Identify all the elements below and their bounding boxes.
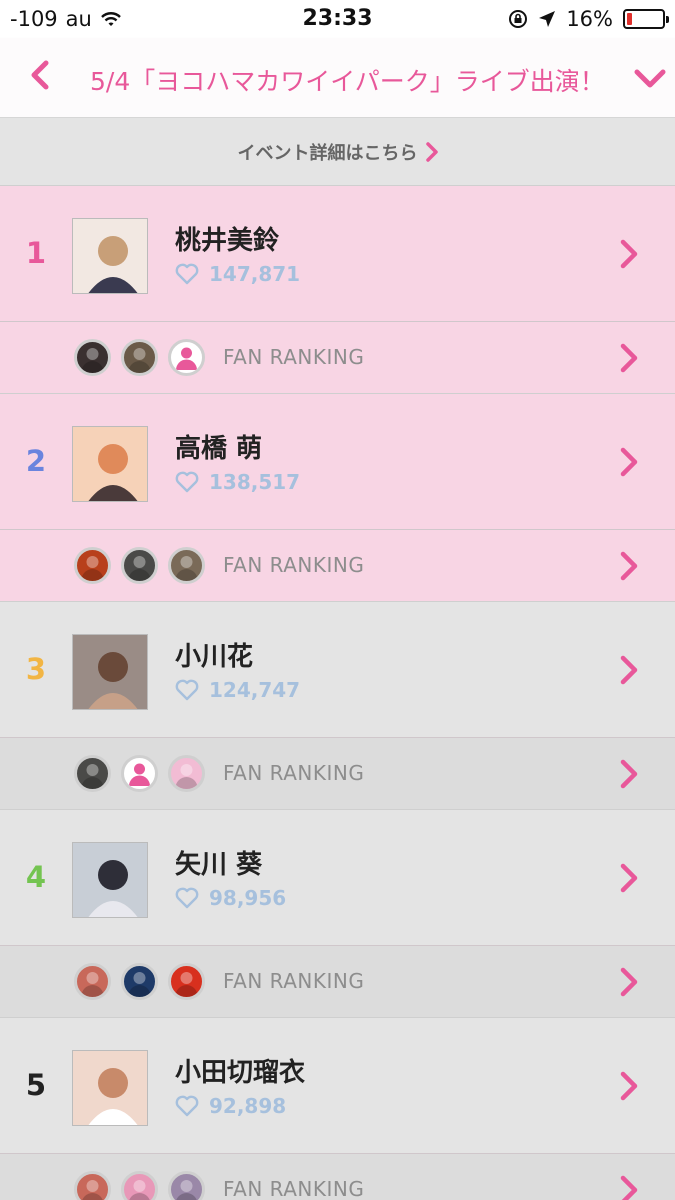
- event-details-label: イベント詳細はこちら: [237, 143, 418, 164]
- rotation-lock-icon: [509, 10, 528, 28]
- member-row[interactable]: 3 小川花 124,747: [0, 602, 675, 738]
- chevron-right-icon: [620, 1071, 638, 1101]
- red-avatar: [74, 547, 111, 584]
- heart-icon: [175, 1095, 199, 1117]
- default-user-avatar: [121, 755, 158, 792]
- girl-avatar: [74, 963, 111, 1000]
- member-photo: [72, 842, 148, 918]
- ranking-entry: 2 高橋 萌 138,517 FAN RANKING: [0, 394, 675, 602]
- member-name: 桃井美鈴: [175, 226, 280, 256]
- member-name: 小田切瑠衣: [175, 1058, 306, 1088]
- rank-number: 2: [25, 444, 47, 478]
- like-count: 147,871: [175, 262, 300, 286]
- fan-ranking-label: FAN RANKING: [223, 969, 365, 993]
- fan-avatars: [74, 547, 205, 584]
- like-count: 138,517: [175, 470, 300, 494]
- heart-icon: [175, 471, 199, 493]
- member-name: 小川花: [175, 642, 254, 672]
- member-row[interactable]: 2 高橋 萌 138,517: [0, 394, 675, 530]
- member-photo: [72, 634, 148, 710]
- member-photo: [72, 218, 148, 294]
- dog-avatar: [74, 339, 111, 376]
- like-count: 92,898: [175, 1094, 286, 1118]
- fan-ranking-row[interactable]: FAN RANKING: [0, 738, 675, 809]
- ranking-entry: 1 桃井美鈴 147,871 FAN RANKING: [0, 186, 675, 394]
- member-photo: [72, 426, 148, 502]
- brown-avatar: [168, 547, 205, 584]
- girl-avatar: [74, 1171, 111, 1200]
- blue-avatar: [121, 963, 158, 1000]
- battery-icon: [623, 9, 669, 29]
- fan-ranking-row[interactable]: FAN RANKING: [0, 530, 675, 601]
- chevron-right-icon: [620, 759, 638, 789]
- pink-avatar: [121, 1171, 158, 1200]
- default-user-avatar: [168, 339, 205, 376]
- member-name: 高橋 萌: [175, 434, 263, 464]
- heart-icon: [175, 887, 199, 909]
- member-row[interactable]: 4 矢川 葵 98,956: [0, 810, 675, 946]
- group-avatar: [121, 339, 158, 376]
- chevron-right-icon: [620, 1175, 638, 1200]
- chevron-right-icon: [620, 551, 638, 581]
- battery-percent: 16%: [566, 7, 613, 31]
- like-count: 98,956: [175, 886, 286, 910]
- like-count-value: 124,747: [209, 678, 301, 702]
- fan-ranking-row[interactable]: FAN RANKING: [0, 1154, 675, 1200]
- rank-number: 5: [25, 1068, 47, 1102]
- rank-number: 4: [25, 860, 47, 894]
- fan-ranking-label: FAN RANKING: [223, 345, 365, 369]
- chevron-right-icon: [620, 239, 638, 269]
- like-count-value: 138,517: [209, 470, 301, 494]
- status-right: 16%: [508, 7, 669, 31]
- event-details-link[interactable]: イベント詳細はこちら: [238, 139, 438, 165]
- fan-avatars: [74, 755, 205, 792]
- fan-avatars: [74, 1171, 205, 1200]
- chevron-down-icon[interactable]: [633, 66, 667, 90]
- chevron-right-icon: [620, 655, 638, 685]
- heart-icon: [175, 263, 199, 285]
- event-details-bar: イベント詳細はこちら: [0, 118, 675, 186]
- chevron-right-icon: [425, 142, 438, 162]
- like-count-value: 147,871: [209, 262, 301, 286]
- navigation-bar: 5/4「ヨコハマカワイイパーク」ライブ出演！: [0, 38, 675, 118]
- battery-level: [627, 13, 633, 25]
- purple-avatar: [168, 1171, 205, 1200]
- chevron-right-icon: [620, 863, 638, 893]
- dark-avatar: [121, 547, 158, 584]
- fan-ranking-label: FAN RANKING: [223, 761, 365, 785]
- rank-number: 1: [25, 236, 47, 270]
- member-photo: [72, 1050, 148, 1126]
- chevron-right-icon: [620, 967, 638, 997]
- dark-avatar: [74, 755, 111, 792]
- red-logo-avatar: [168, 963, 205, 1000]
- status-bar: -109 au 23:33 16%: [0, 0, 675, 38]
- chevron-right-icon: [620, 447, 638, 477]
- fan-ranking-label: FAN RANKING: [223, 553, 365, 577]
- ranking-entry: 5 小田切瑠衣 92,898 FAN RANKING: [0, 1018, 675, 1200]
- member-row[interactable]: 5 小田切瑠衣 92,898: [0, 1018, 675, 1154]
- page-title: 5/4「ヨコハマカワイイパーク」ライブ出演！: [90, 67, 605, 96]
- ranking-entry: 3 小川花 124,747 FAN RANKING: [0, 602, 675, 810]
- fan-avatars: [74, 963, 205, 1000]
- pink-logo-avatar: [168, 755, 205, 792]
- fan-ranking-label: FAN RANKING: [223, 1177, 365, 1200]
- member-row[interactable]: 1 桃井美鈴 147,871: [0, 186, 675, 322]
- back-chevron-icon[interactable]: [24, 58, 58, 92]
- ranking-entry: 4 矢川 葵 98,956 FAN RANKING: [0, 810, 675, 1018]
- like-count-value: 98,956: [209, 886, 287, 910]
- fan-avatars: [74, 339, 205, 376]
- heart-icon: [175, 679, 199, 701]
- like-count-value: 92,898: [209, 1094, 287, 1118]
- member-name: 矢川 葵: [175, 850, 263, 880]
- like-count: 124,747: [175, 678, 300, 702]
- rank-number: 3: [25, 652, 47, 686]
- ranking-list: 1 桃井美鈴 147,871 FAN RANKING 2 高橋 萌 138,51…: [0, 186, 675, 1200]
- fan-ranking-row[interactable]: FAN RANKING: [0, 946, 675, 1017]
- chevron-right-icon: [620, 343, 638, 373]
- fan-ranking-row[interactable]: FAN RANKING: [0, 322, 675, 393]
- location-arrow-icon: [539, 11, 556, 27]
